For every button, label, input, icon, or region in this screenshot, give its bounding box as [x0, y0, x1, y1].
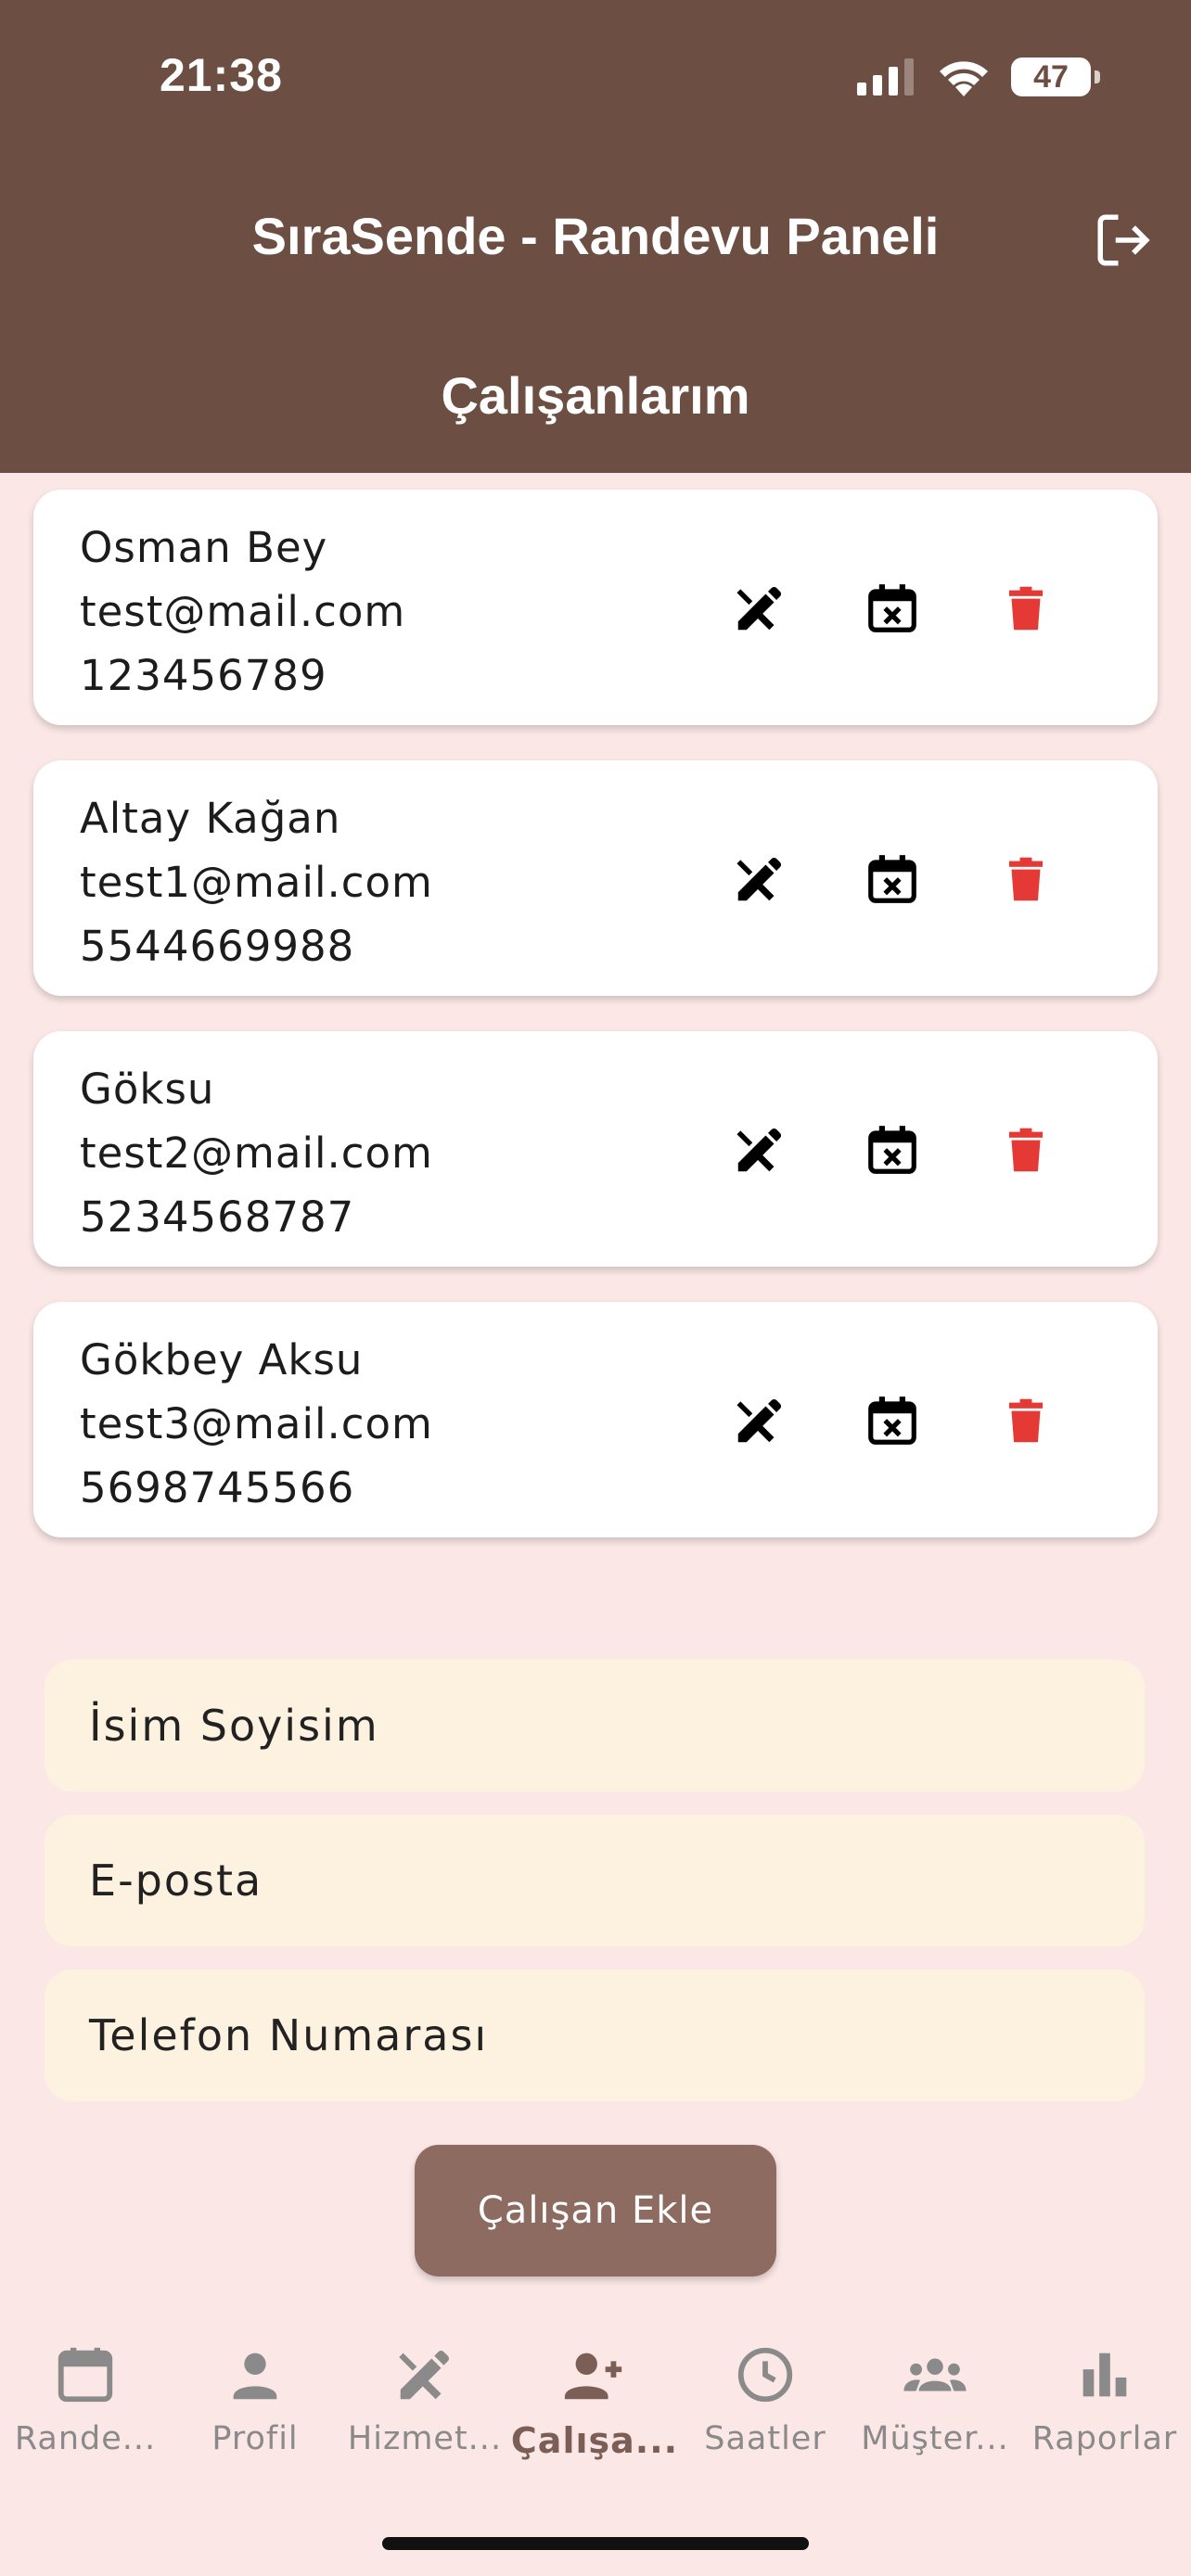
bottom-nav: Rande... Profil Hizmet... Çalışa... Saat…	[0, 2327, 1191, 2513]
section-title: Çalışanlarım	[441, 366, 750, 425]
status-time: 21:38	[160, 49, 283, 101]
name-field[interactable]: İsim Soyisim	[45, 1660, 1145, 1792]
phone-field[interactable]: Telefon Numarası	[45, 1970, 1145, 2101]
logout-icon[interactable]	[1093, 210, 1154, 271]
calendar-cancel-icon[interactable]	[864, 850, 921, 908]
employee-email: test@mail.com	[80, 587, 406, 636]
nav-item-appointments[interactable]: Rande...	[0, 2327, 171, 2457]
nav-label: Hizmet...	[347, 2420, 503, 2457]
delete-icon[interactable]	[997, 850, 1055, 908]
nav-label: Saatler	[704, 2420, 826, 2457]
bar-chart-icon	[1082, 2353, 1127, 2397]
nav-item-employees[interactable]: Çalışa...	[509, 2327, 680, 2461]
nav-item-profile[interactable]: Profil	[170, 2327, 340, 2457]
employee-card: Gökbey Aksu test3@mail.com 5698745566	[33, 1302, 1158, 1537]
email-field[interactable]: E-posta	[45, 1815, 1145, 1946]
nav-item-services[interactable]: Hizmet...	[339, 2327, 510, 2457]
delete-icon[interactable]	[997, 580, 1055, 637]
signal-icon	[857, 58, 914, 96]
status-icons: 47	[857, 57, 1100, 96]
employee-name: Göksu	[80, 1065, 215, 1114]
employee-name: Gökbey Aksu	[80, 1335, 364, 1384]
employee-card: Altay Kağan test1@mail.com 5544669988	[33, 760, 1158, 996]
add-employee-button[interactable]: Çalışan Ekle	[415, 2145, 776, 2276]
employee-card: Göksu test2@mail.com 5234568787	[33, 1031, 1158, 1267]
services-edit-icon[interactable]	[731, 850, 788, 908]
services-edit-icon[interactable]	[731, 1121, 788, 1179]
nav-item-reports[interactable]: Raporlar	[1019, 2327, 1190, 2457]
delete-icon[interactable]	[997, 1392, 1055, 1449]
nav-item-hours[interactable]: Saatler	[680, 2327, 851, 2457]
nav-label: Rande...	[14, 2420, 157, 2457]
employee-info: Altay Kağan test1@mail.com 5544669988	[80, 786, 433, 978]
person-icon	[233, 2353, 277, 2400]
services-edit-icon[interactable]	[731, 1392, 788, 1449]
home-indicator	[382, 2537, 809, 2550]
nav-label: Müşter...	[861, 2420, 1009, 2457]
employee-phone: 5544669988	[80, 922, 355, 971]
app-bar: 21:38 47 SıraSende - Randevu Paneli Çalı…	[0, 0, 1191, 473]
tools-icon	[399, 2350, 450, 2400]
employee-info: Osman Bey test@mail.com 123456789	[80, 516, 405, 708]
employee-name: Altay Kağan	[80, 794, 341, 843]
group-icon	[903, 2358, 967, 2391]
employee-email: test1@mail.com	[80, 858, 433, 907]
person-add-icon	[564, 2353, 622, 2400]
app-title: SıraSende - Randevu Paneli	[251, 207, 940, 265]
employee-phone: 5698745566	[80, 1463, 355, 1512]
employee-name: Osman Bey	[80, 523, 328, 572]
services-edit-icon[interactable]	[731, 580, 788, 637]
nav-item-customers[interactable]: Müşter...	[850, 2327, 1020, 2457]
nav-label: Çalışa...	[510, 2420, 679, 2461]
clock-icon	[737, 2347, 793, 2403]
battery-indicator: 47	[1011, 57, 1100, 96]
delete-icon[interactable]	[997, 1121, 1055, 1179]
nav-label: Raporlar	[1031, 2420, 1178, 2457]
employee-email: test2@mail.com	[80, 1129, 433, 1178]
calendar-cancel-icon[interactable]	[864, 580, 921, 637]
calendar-cancel-icon[interactable]	[864, 1121, 921, 1179]
employee-phone: 123456789	[80, 651, 327, 700]
wifi-icon	[940, 61, 988, 96]
employee-card: Osman Bey test@mail.com 123456789	[33, 490, 1158, 725]
employee-info: Gökbey Aksu test3@mail.com 5698745566	[80, 1328, 433, 1520]
employee-info: Göksu test2@mail.com 5234568787	[80, 1057, 433, 1249]
employee-email: test3@mail.com	[80, 1399, 433, 1448]
calendar-cancel-icon[interactable]	[864, 1392, 921, 1449]
employee-phone: 5234568787	[80, 1192, 355, 1242]
calendar-icon	[58, 2347, 113, 2403]
nav-label: Profil	[211, 2420, 299, 2457]
